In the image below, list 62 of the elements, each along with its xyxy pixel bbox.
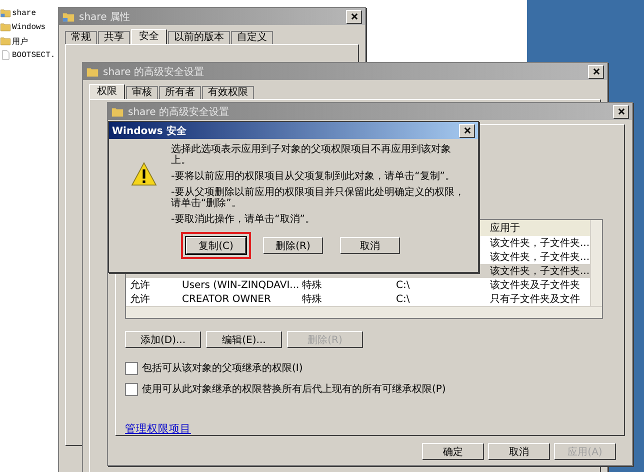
table-cell: 该文件夹及子文件夹 [490, 280, 580, 291]
window-title: share 属性 [79, 10, 131, 24]
table-cell: C:\ [396, 280, 410, 290]
folder-icon [0, 22, 11, 32]
dialog-button[interactable]: 确定 [422, 443, 484, 460]
action-button[interactable]: 添加(D)... [125, 331, 201, 348]
close-icon [350, 13, 358, 20]
table-cell: 允许 [130, 294, 150, 305]
tab[interactable]: 权限 [89, 84, 125, 99]
tab[interactable]: 安全 [131, 29, 167, 44]
tab[interactable]: 有效权限 [202, 86, 254, 99]
file-name[interactable]: share [12, 8, 36, 18]
list-row[interactable]: 允许 Users (WIN-ZINQDAVI... 特殊 C:\ 该文件夹及子文件夹 [126, 278, 590, 292]
warning-icon [131, 162, 157, 186]
table-cell: 特殊 [302, 294, 322, 305]
dialog-button[interactable]: 复制(C) [186, 237, 246, 254]
checkbox[interactable] [125, 362, 138, 374]
manage-permissions-link[interactable]: 管理权限项目 [125, 422, 191, 436]
list-row[interactable]: 允许 CREATOR OWNER 特殊 C:\ 只有子文件夹及文件 [126, 292, 590, 306]
tab[interactable]: 审核 [126, 86, 158, 99]
table-cell: 该文件夹，子文件夹... [490, 252, 590, 263]
folder-icon [111, 106, 124, 118]
close-button[interactable] [459, 124, 475, 138]
action-button[interactable]: 编辑(E)... [206, 331, 282, 348]
file-name[interactable]: BOOTSECT. [12, 50, 56, 60]
dialog-message: -要将以前应用的权限项目从父项复制到此对象，请单击“复制”。 [171, 171, 456, 182]
folder-icon [86, 66, 99, 78]
checkbox-label[interactable]: 使用可从此对象继承的权限替换所有后代上现有的所有可继承权限(P) [142, 382, 446, 396]
horizontal-scrollbar[interactable] [126, 306, 602, 318]
tab[interactable]: 自定义 [231, 31, 273, 44]
tab[interactable]: 所有者 [159, 86, 201, 99]
tab[interactable]: 常规 [65, 31, 97, 44]
column-header[interactable]: 应用于 [486, 221, 590, 235]
shared-folder-icon [62, 10, 75, 22]
shared-folder-icon [0, 8, 11, 18]
close-icon [464, 127, 470, 134]
table-cell: CREATOR OWNER [182, 294, 271, 304]
dialog-button[interactable]: 取消 [340, 237, 400, 254]
checkbox[interactable] [125, 382, 138, 396]
close-icon [618, 108, 624, 115]
dialog-message: -要从父项删除以前应用的权限项目并只保留此处明确定义的权限，请单击“删除”。 [171, 187, 466, 209]
table-cell: 允许 [130, 280, 150, 291]
table-cell: 该文件夹，子文件夹... [490, 266, 590, 277]
file-name[interactable]: Windows [12, 22, 46, 32]
tab[interactable]: 共享 [98, 31, 130, 44]
window-title: share 的高级安全设置 [103, 66, 205, 78]
table-cell: 只有子文件夹及文件 [490, 294, 580, 305]
close-icon [592, 68, 600, 75]
tab[interactable]: 以前的版本 [168, 31, 230, 44]
dialog-message: 选择此选项表示应用到子对象的父项权限项目不再应用到该对象上。 [171, 144, 452, 166]
checkbox-label[interactable]: 包括可从该对象的父项继承的权限(I) [142, 361, 303, 375]
table-cell: C:\ [396, 294, 410, 304]
file-name[interactable]: 用户 [12, 36, 28, 46]
table-cell: 特殊 [302, 280, 322, 291]
dialog-title: Windows 安全 [112, 124, 188, 138]
folder-icon [0, 36, 11, 46]
vertical-scrollbar[interactable] [590, 220, 602, 306]
table-cell: Users (WIN-ZINQDAVI... [182, 280, 300, 290]
dialog-button[interactable]: 删除(R) [263, 237, 323, 254]
dialog-message: -要取消此操作，请单击“取消”。 [171, 214, 316, 225]
dialog-button[interactable]: 取消 [488, 443, 550, 460]
window-title: share 的高级安全设置 [128, 106, 230, 118]
